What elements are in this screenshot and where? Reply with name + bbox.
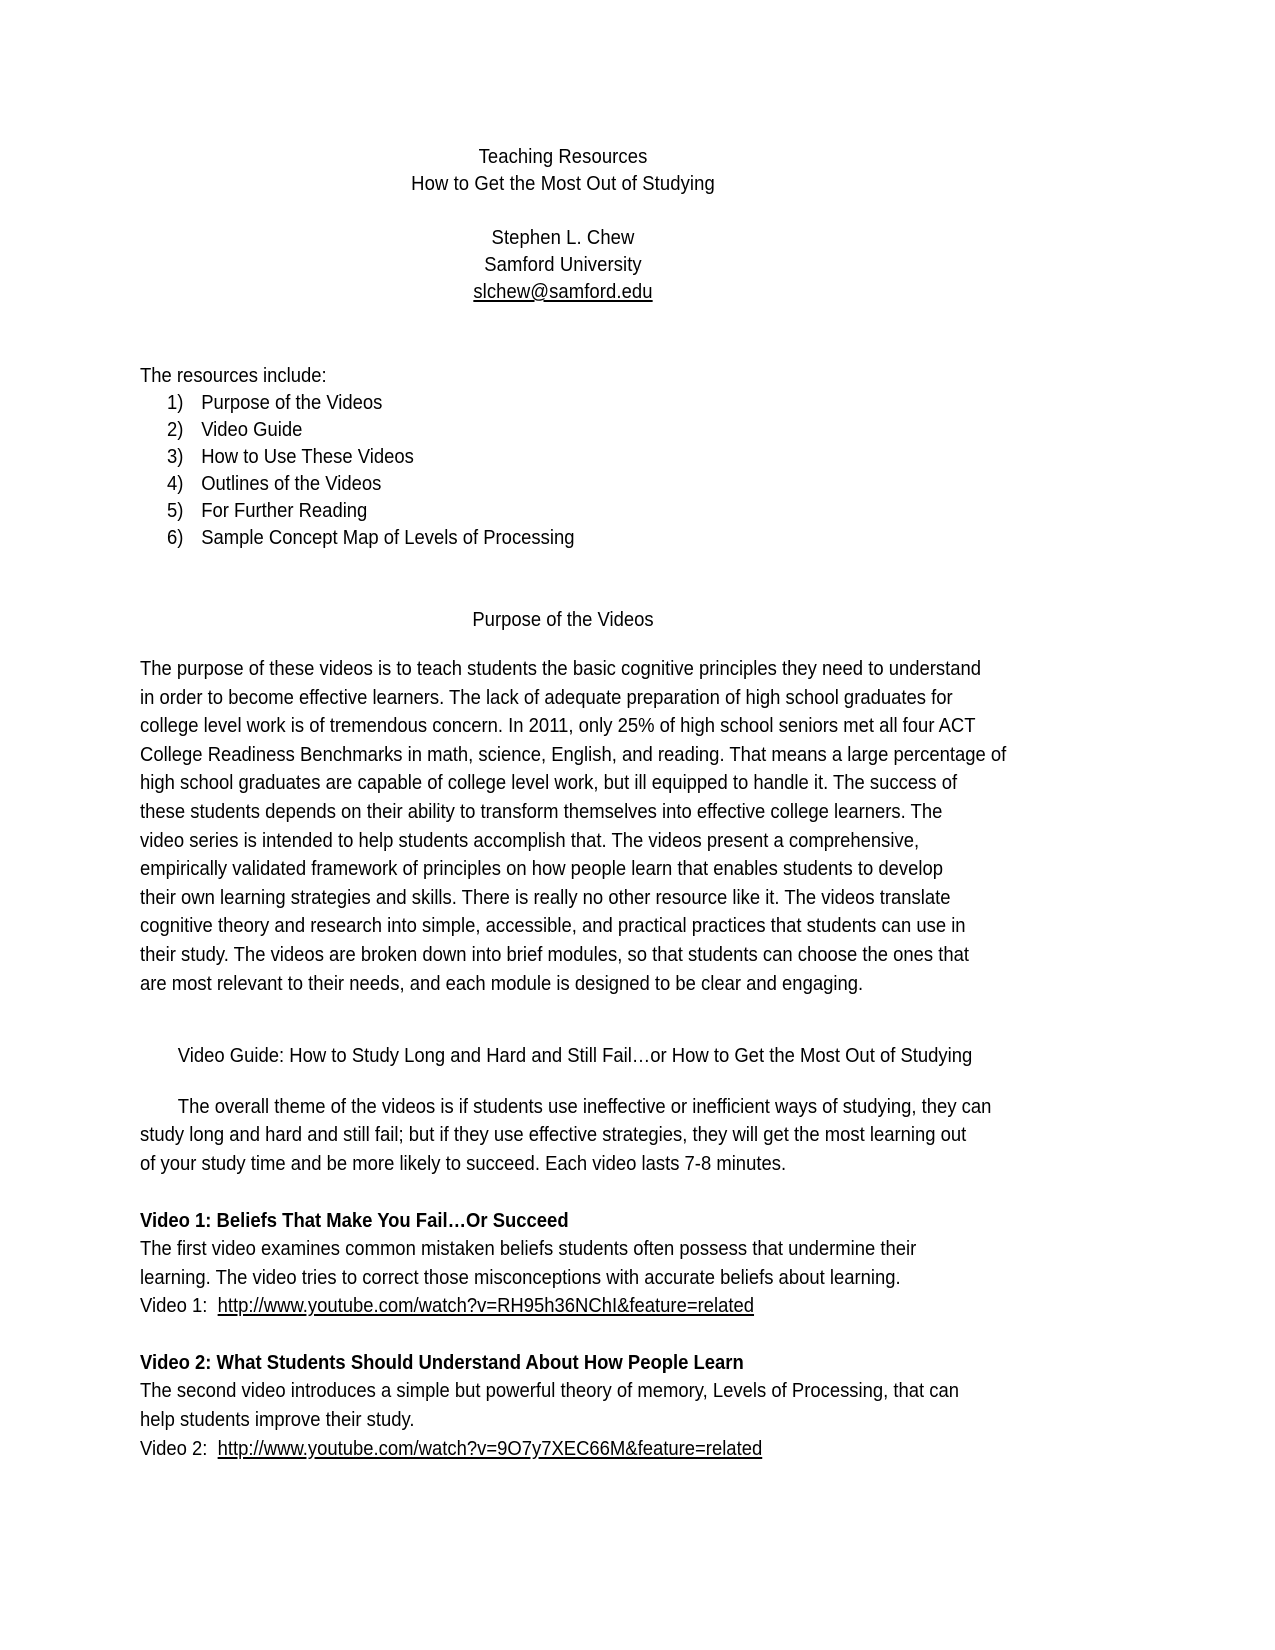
list-item: 1) Purpose of the Videos [167, 389, 986, 416]
paragraph-line: these students depends on their ability … [140, 799, 943, 823]
paragraph-line: in order to become effective learners. T… [140, 685, 953, 709]
list-item: 3) How to Use These Videos [167, 443, 986, 470]
author-block: Stephen L. Chew Samford University slche… [140, 224, 986, 305]
paragraph-line: college level work is of tremendous conc… [140, 714, 976, 738]
list-item-number: 3) [167, 445, 184, 468]
list-item-number: 6) [167, 526, 184, 549]
description-line: learning. The video tries to correct tho… [140, 1265, 901, 1289]
description-line: The second video introduces a simple but… [140, 1379, 960, 1403]
video-guide-theme-paragraph: The overall theme of the videos is if st… [140, 1093, 992, 1179]
document-content: Teaching Resources How to Get the Most O… [140, 0, 1007, 1463]
list-item-number: 2) [167, 418, 184, 441]
author-email-link[interactable]: slchew@samford.edu [473, 280, 652, 303]
list-item-label: Sample Concept Map of Levels of Processi… [201, 526, 575, 549]
author-name: Stephen L. Chew [491, 226, 635, 249]
video-2-heading: Video 2: What Students Should Understand… [140, 1350, 744, 1374]
video-2-url-link[interactable]: http://www.youtube.com/watch?v=9O7y7XEC6… [218, 1437, 763, 1460]
author-affiliation: Samford University [484, 253, 642, 276]
paragraph-line: their own learning strategies and skills… [140, 885, 951, 909]
video-2-block: Video 2: What Students Should Understand… [140, 1349, 986, 1463]
video-2-url-row: Video 2: http://www.youtube.com/watch?v=… [140, 1435, 986, 1464]
paragraph-line: The overall theme of the videos is if st… [177, 1094, 992, 1118]
video-1-url-link[interactable]: http://www.youtube.com/watch?v=RH95h36NC… [218, 1294, 754, 1317]
video-2-url-label: Video 2: [140, 1436, 208, 1460]
title-line-2: How to Get the Most Out of Studying [411, 172, 715, 195]
resources-intro: The resources include: [140, 364, 327, 387]
list-item-number: 5) [167, 499, 184, 522]
paragraph-line: empirically validated framework of princ… [140, 857, 944, 881]
paragraph-line: of your study time and be more likely to… [140, 1151, 787, 1175]
paragraph-line: study long and hard and still fail; but … [140, 1123, 967, 1147]
paragraph-line: College Readiness Benchmarks in math, sc… [140, 742, 1007, 766]
video-2-description: The second video introduces a simple but… [140, 1377, 986, 1434]
paragraph-line: The purpose of these videos is to teach … [140, 657, 982, 680]
list-item-number: 1) [167, 391, 184, 414]
video-1-heading: Video 1: Beliefs That Make You Fail…Or S… [140, 1208, 569, 1232]
purpose-section-heading: Purpose of the Videos [472, 608, 654, 631]
list-item-label: Video Guide [201, 418, 303, 441]
purpose-paragraph: The purpose of these videos is to teach … [140, 655, 1007, 998]
list-item: 2) Video Guide [167, 416, 986, 443]
list-item-label: Outlines of the Videos [201, 472, 382, 495]
author-email-line: slchew@samford.edu [140, 278, 986, 305]
list-item: 4) Outlines of the Videos [167, 470, 986, 497]
list-item: 6) Sample Concept Map of Levels of Proce… [167, 524, 986, 551]
video-guide-heading: Video Guide: How to Study Long and Hard … [177, 1044, 973, 1068]
paragraph-line: their study. The videos are broken down … [140, 942, 970, 966]
video-1-description: The first video examines common mistaken… [140, 1235, 986, 1292]
paragraph-line: high school graduates are capable of col… [140, 771, 958, 795]
list-item-label: Purpose of the Videos [201, 391, 383, 414]
list-item-number: 4) [167, 472, 184, 495]
title-line-1: Teaching Resources [478, 145, 648, 168]
list-item-label: How to Use These Videos [201, 445, 414, 468]
video-1-url-row: Video 1: http://www.youtube.com/watch?v=… [140, 1292, 986, 1321]
list-item: 5) For Further Reading [167, 497, 986, 524]
video-1-url-label: Video 1: [140, 1294, 208, 1318]
paragraph-line: are most relevant to their needs, and ea… [140, 971, 864, 995]
list-item-label: For Further Reading [201, 499, 368, 522]
description-line: The first video examines common mistaken… [140, 1237, 917, 1261]
description-line: help students improve their study. [140, 1408, 415, 1432]
document-page: Teaching Resources How to Get the Most O… [0, 0, 1275, 1650]
paragraph-line: video series is intended to help student… [140, 828, 920, 852]
video-1-block: Video 1: Beliefs That Make You Fail…Or S… [140, 1207, 986, 1321]
document-title-block: Teaching Resources How to Get the Most O… [140, 143, 986, 197]
resources-list: 1) Purpose of the Videos 2) Video Guide … [140, 389, 986, 551]
paragraph-line: cognitive theory and research into simpl… [140, 914, 966, 938]
